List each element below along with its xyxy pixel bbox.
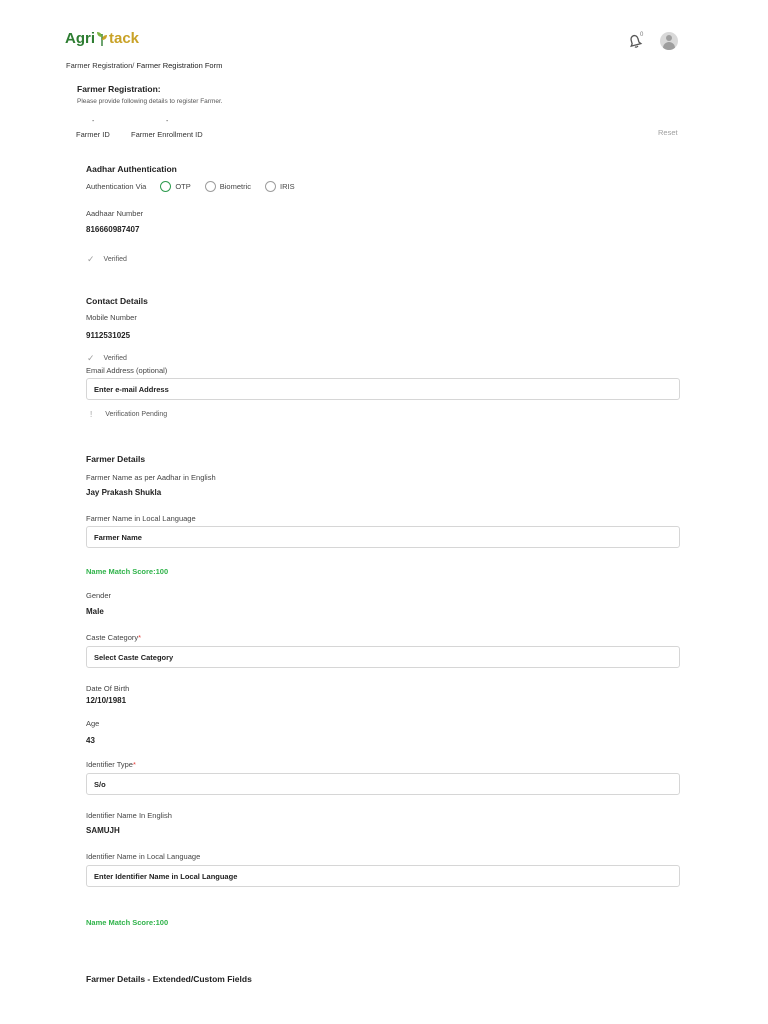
auth-otp-label: OTP [175, 182, 191, 191]
aadhaar-number-label: Aadhaar Number [86, 209, 144, 218]
identifier-name-en-value: SAMUJH [86, 826, 120, 835]
age-label: Age [86, 719, 100, 728]
identifier-name-local-label: Identifier Name in Local Language [86, 852, 201, 861]
auth-via-row: Authentication Via OTP Biometric IRIS [86, 181, 295, 192]
aadhar-section-title: Aadhar Authentication [86, 164, 177, 174]
reset-button[interactable]: Reset [658, 128, 678, 137]
dob-label: Date Of Birth [86, 684, 130, 693]
identifier-name-match-score: Name Match Score:100 [86, 918, 169, 927]
breadcrumb: Farmer Registration/ Farmer Registration… [66, 61, 222, 70]
breadcrumb-current: Farmer Registration Form [136, 61, 223, 70]
farmer-name-en-value: Jay Prakash Shukla [86, 488, 162, 497]
auth-biometric-radio[interactable]: Biometric [204, 181, 252, 192]
logo-plant-icon [97, 32, 107, 46]
email-verification-label: Verification Pending [105, 411, 168, 418]
mobile-verified-status: ✓ Verified [87, 353, 127, 364]
auth-otp-radio[interactable]: OTP [160, 181, 191, 192]
agristack-logo: Agri tack [65, 30, 139, 47]
farmer-name-local-input[interactable]: Farmer Name [86, 526, 680, 548]
radio-circle-icon [160, 181, 172, 192]
identifier-name-en-label: Identifier Name In English [86, 811, 172, 820]
mobile-number-label: Mobile Number [86, 313, 137, 322]
notification-count: 0 [640, 32, 644, 38]
email-field[interactable]: Enter e-mail Address [86, 378, 680, 400]
required-asterisk: * [138, 633, 142, 642]
check-icon: ✓ [87, 353, 95, 363]
auth-via-label: Authentication Via [86, 182, 147, 191]
required-asterisk: * [132, 760, 136, 769]
mobile-verified-label: Verified [103, 355, 127, 362]
logo-stack-text: tack [109, 30, 140, 47]
dob-value: 12/10/1981 [86, 696, 127, 705]
auth-iris-radio[interactable]: IRIS [265, 181, 295, 192]
contact-section-title: Contact Details [86, 296, 148, 306]
aadhaar-number-value: 816660987407 [86, 225, 140, 234]
check-icon: ✓ [87, 254, 95, 264]
breadcrumb-parent-link[interactable]: Farmer Registration [66, 61, 132, 70]
farmer-name-en-label: Farmer Name as per Aadhar in English [86, 473, 216, 482]
radio-circle-icon [265, 181, 277, 192]
email-verification-status: ! Verification Pending [87, 410, 167, 419]
caste-category-label-text: Caste Category [86, 633, 139, 642]
user-avatar-icon[interactable] [660, 32, 678, 50]
radio-circle-icon [204, 181, 216, 192]
enrollment-id-label: Farmer Enrollment ID [131, 130, 203, 139]
age-value: 43 [86, 736, 95, 745]
farmer-id-label: Farmer ID [76, 130, 110, 139]
farmer-name-local-label: Farmer Name in Local Language [86, 514, 196, 523]
logo-agri-text: Agri [65, 30, 95, 47]
gender-value: Male [86, 607, 104, 616]
name-match-score: Name Match Score:100 [86, 567, 169, 576]
email-label: Email Address (optional) [86, 366, 168, 375]
caste-category-label: Caste Category* [86, 633, 141, 642]
breadcrumb-separator: / [132, 61, 135, 70]
identifier-type-select[interactable]: S/o [86, 773, 680, 795]
exclamation-icon: ! [90, 410, 93, 419]
aadhaar-verified-label: Verified [103, 256, 127, 263]
form-subtitle: Please provide following details to regi… [77, 98, 223, 105]
auth-biometric-label: Biometric [219, 182, 252, 191]
farmer-details-section-title: Farmer Details [86, 454, 146, 464]
caste-category-select[interactable]: Select Caste Category [86, 646, 680, 668]
mobile-number-value: 9112531025 [86, 331, 131, 340]
enrollment-id-value: - [166, 118, 169, 125]
form-title: Farmer Registration: [77, 84, 161, 94]
farmer-id-value: - [92, 118, 95, 125]
aadhaar-verified-status: ✓ Verified [87, 254, 127, 265]
gender-label: Gender [86, 591, 112, 600]
extended-fields-section-title: Farmer Details - Extended/Custom Fields [86, 974, 252, 984]
identifier-type-label: Identifier Type* [86, 760, 136, 769]
identifier-name-local-input[interactable]: Enter Identifier Name in Local Language [86, 865, 680, 887]
auth-iris-label: IRIS [280, 182, 295, 191]
identifier-type-label-text: Identifier Type [86, 760, 133, 769]
